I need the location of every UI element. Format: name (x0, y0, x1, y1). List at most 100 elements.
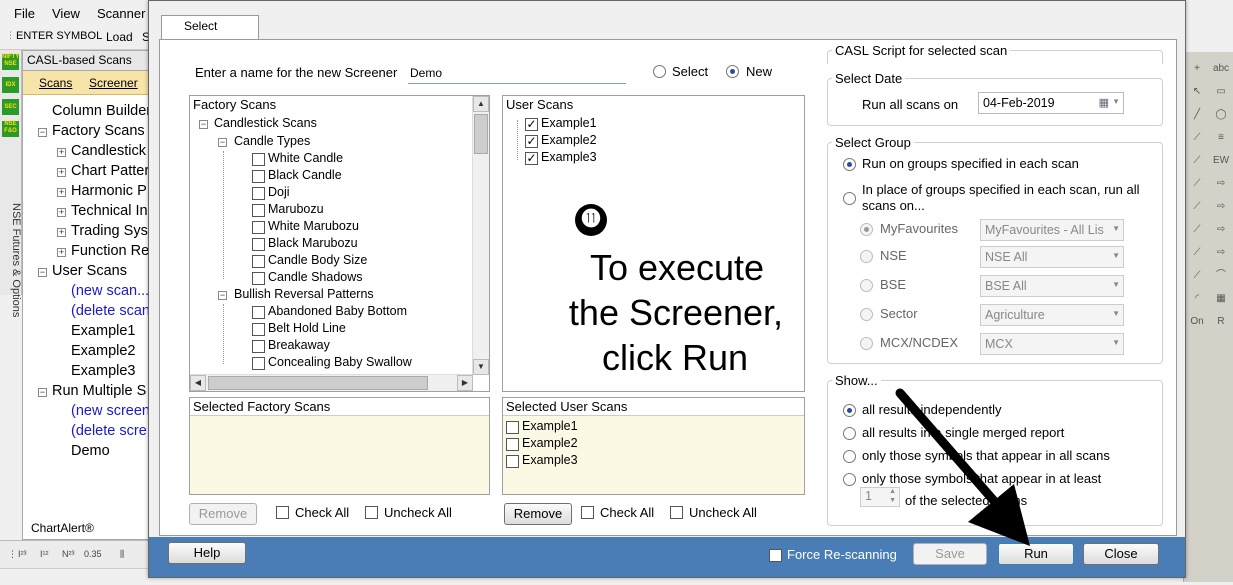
group-type-label[interactable]: MCX/NCDEX (880, 335, 958, 350)
factory-scan-checkbox[interactable] (252, 187, 265, 200)
collapse-icon[interactable]: − (199, 120, 208, 129)
run-icon[interactable]: R (1212, 313, 1230, 331)
tree-node[interactable]: Technical In (71, 203, 148, 219)
expand-icon[interactable]: + (57, 208, 66, 217)
grid-icon[interactable]: ▦ (1212, 290, 1230, 308)
factory-scan-checkbox[interactable] (252, 170, 265, 183)
tree-node[interactable]: (delete scan (71, 303, 150, 319)
selected-user-checkbox[interactable] (506, 421, 519, 434)
crosshair-icon[interactable]: + (1188, 60, 1206, 78)
abc-text-icon[interactable]: abc (1212, 60, 1230, 78)
chevron-down-icon[interactable]: ▼ (1112, 309, 1120, 318)
tree-node[interactable]: User Scans (52, 263, 127, 279)
factory-scan-checkbox[interactable] (252, 153, 265, 166)
selected-user-item[interactable]: Example2 (522, 436, 578, 450)
mode-select-label[interactable]: Select (672, 64, 708, 79)
group-type-label[interactable]: MyFavourites (880, 221, 958, 236)
tree-node[interactable]: Demo (71, 443, 110, 459)
group-type-radio[interactable] (860, 223, 873, 236)
factory-scan-item[interactable]: Doji (268, 185, 290, 199)
show-option-radio[interactable] (843, 473, 856, 486)
factory-root-node[interactable]: Candlestick Scans (214, 116, 317, 130)
group-dropdown[interactable]: MCX ▼ (980, 333, 1124, 355)
spinner-down-icon[interactable]: ▼ (889, 497, 896, 504)
menu-scanner[interactable]: Scanner (97, 6, 145, 21)
calendar-icon[interactable]: ▦ (1099, 96, 1109, 109)
group-type-label[interactable]: Sector (880, 306, 918, 321)
force-rescan-label[interactable]: Force Re-scanning (787, 547, 897, 562)
collapse-icon[interactable]: − (38, 128, 47, 137)
group-type-label[interactable]: BSE (880, 277, 906, 292)
groups-in-scan-radio[interactable] (843, 158, 856, 171)
scroll-right-icon[interactable]: ▶ (457, 375, 473, 391)
user-scan-item[interactable]: Example2 (541, 133, 597, 147)
collapse-icon[interactable]: − (38, 388, 47, 397)
remove-user-button[interactable]: Remove (504, 503, 572, 525)
factory-scan-item[interactable]: White Marubozu (268, 219, 359, 233)
user-scan-item[interactable]: Example3 (541, 150, 597, 164)
enter-symbol-label[interactable]: ENTER SYMBOL (16, 30, 102, 42)
tree-node[interactable]: Trading Sys (71, 223, 148, 239)
tree-node[interactable]: Run Multiple S (52, 383, 146, 399)
sl-tool-icon[interactable]: ⟋ (1188, 244, 1206, 262)
close-button[interactable]: Close (1083, 543, 1159, 565)
force-rescan-checkbox[interactable] (769, 549, 782, 562)
scroll-up-icon[interactable]: ▲ (473, 96, 489, 112)
nifty-nse-button[interactable]: NIFTY NSE (2, 54, 19, 70)
group-dropdown[interactable]: BSE All ▼ (980, 275, 1124, 297)
idx-button[interactable]: IDX (2, 77, 19, 93)
ellipse-icon[interactable]: ◯ (1212, 106, 1230, 124)
factory-scan-item[interactable]: Concealing Baby Swallow (268, 355, 412, 369)
tree-node[interactable]: (delete scre (71, 423, 147, 439)
tree-node[interactable]: Candlestick (71, 143, 146, 159)
user-scan-item[interactable]: Example1 (541, 116, 597, 130)
line-icon[interactable]: ╱ (1188, 106, 1206, 124)
tab-screener[interactable]: Screener (89, 76, 138, 90)
mode-new-radio[interactable] (726, 65, 739, 78)
expand-icon[interactable]: + (57, 228, 66, 237)
factory-scan-checkbox[interactable] (252, 238, 265, 251)
chevron-down-icon[interactable]: ▼ (1112, 97, 1120, 106)
group-dropdown[interactable]: MyFavourites - All Lis ▼ (980, 219, 1124, 241)
sec-button[interactable]: SEC (2, 99, 19, 115)
chart-tool-icon[interactable]: I¹² (40, 549, 49, 559)
load-button[interactable]: Load (106, 30, 133, 44)
factory-uncheck-all-label[interactable]: Uncheck All (384, 505, 452, 520)
collapse-icon[interactable]: − (218, 138, 227, 147)
arrow-icon[interactable]: ⇨ (1212, 175, 1230, 193)
factory-scan-item[interactable]: Belt Hold Line (268, 321, 346, 335)
chart-tool-icon[interactable]: N²³ (62, 549, 75, 559)
fan-icon[interactable]: ⌒ (1212, 267, 1230, 285)
factory-scan-item[interactable]: Black Marubozu (268, 236, 358, 250)
save-button[interactable]: Save (913, 543, 987, 565)
group-dropdown[interactable]: Agriculture ▼ (980, 304, 1124, 326)
expand-icon[interactable]: + (57, 148, 66, 157)
sl-tool-icon[interactable]: ⟋ (1188, 152, 1206, 170)
tree-node[interactable]: Factory Scans (52, 123, 145, 139)
tab-select[interactable]: Select (161, 15, 259, 40)
factory-scan-item[interactable]: Black Candle (268, 168, 342, 182)
chevron-down-icon[interactable]: ▼ (1112, 280, 1120, 289)
pointer-icon[interactable]: ↖ (1188, 83, 1206, 101)
run-date-picker[interactable]: 04-Feb-2019 ▦ ▼ (978, 92, 1124, 114)
tab-scans[interactable]: Scans (39, 76, 72, 90)
selected-factory-list[interactable] (190, 416, 489, 494)
group-type-label[interactable]: NSE (880, 248, 907, 263)
expand-icon[interactable]: + (57, 188, 66, 197)
run-button[interactable]: Run (998, 543, 1074, 565)
factory-scan-item[interactable]: Breakaway (268, 338, 330, 352)
factory-hscrollbar[interactable]: ◀ ▶ (190, 374, 473, 391)
user-scan-checkbox[interactable]: ✓ (525, 135, 538, 148)
scroll-down-icon[interactable]: ▼ (473, 359, 489, 375)
remove-factory-button[interactable]: Remove (189, 503, 257, 525)
chevron-down-icon[interactable]: ▼ (1112, 251, 1120, 260)
tree-node[interactable]: Example3 (71, 363, 135, 379)
factory-scan-checkbox[interactable] (252, 306, 265, 319)
factory-scan-item[interactable]: White Candle (268, 151, 343, 165)
selected-user-list[interactable]: Example1 Example2 Example3 (503, 416, 804, 494)
user-scan-checkbox[interactable]: ✓ (525, 118, 538, 131)
sl-tool-icon[interactable]: ⟋ (1188, 129, 1206, 147)
help-button[interactable]: Help (168, 542, 246, 564)
scroll-left-icon[interactable]: ◀ (190, 375, 206, 391)
expand-icon[interactable]: + (57, 168, 66, 177)
